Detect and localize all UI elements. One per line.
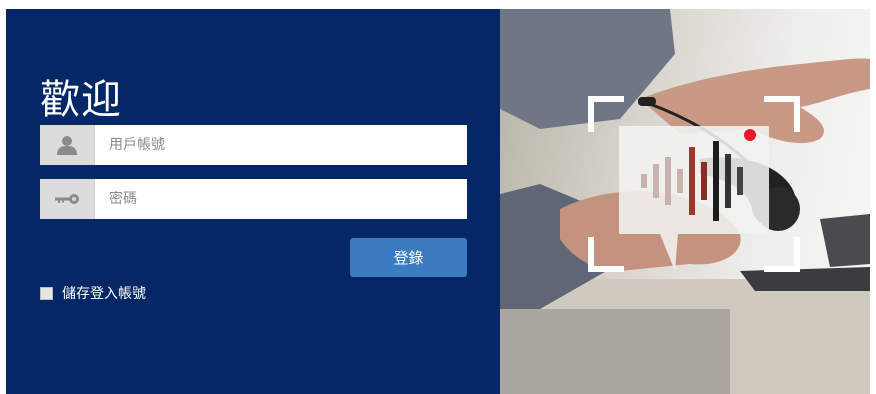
user-icon xyxy=(40,125,95,165)
password-field xyxy=(40,179,467,219)
remember-checkbox[interactable] xyxy=(40,286,53,300)
recording-dot xyxy=(744,129,756,141)
password-input[interactable] xyxy=(95,179,467,219)
key-icon xyxy=(40,179,95,219)
login-panel: 歡迎 登錄 xyxy=(6,9,500,394)
welcome-title: 歡迎 xyxy=(40,77,122,123)
username-input[interactable] xyxy=(95,125,467,165)
hero-image xyxy=(500,9,870,394)
login-page: 歡迎 登錄 xyxy=(6,9,870,394)
remember-account[interactable]: 儲存登入帳號 xyxy=(40,283,146,303)
username-field xyxy=(40,125,467,165)
login-button[interactable]: 登錄 xyxy=(350,238,467,277)
remember-label: 儲存登入帳號 xyxy=(62,286,146,302)
